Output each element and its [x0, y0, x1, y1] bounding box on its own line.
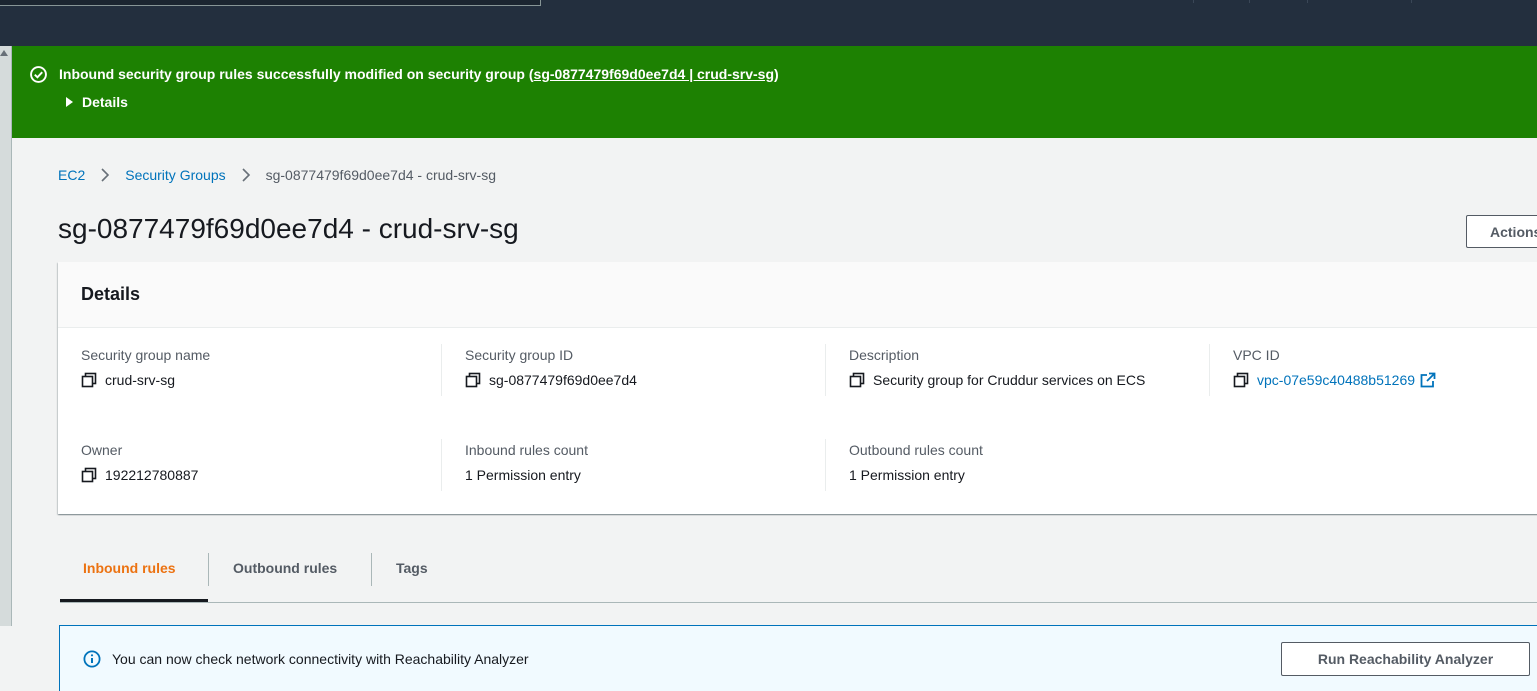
copy-icon[interactable] — [81, 467, 97, 483]
copy-icon[interactable] — [1233, 372, 1249, 388]
field-value: Security group for Cruddur services on E… — [873, 372, 1146, 388]
breadcrumb-ec2[interactable]: EC2 — [58, 167, 85, 183]
tab-tags[interactable]: Tags — [372, 548, 452, 602]
copy-icon[interactable] — [849, 372, 865, 388]
copy-icon[interactable] — [81, 372, 97, 388]
field-inbound-rules-count: Inbound rules count 1 Permission entry — [465, 442, 588, 483]
field-label: Owner — [81, 442, 123, 458]
nav-divider — [1193, 0, 1194, 3]
details-container: Details Security group name crud-srv-sg … — [58, 262, 1537, 514]
copy-icon[interactable] — [465, 372, 481, 388]
field-value: 192212780887 — [105, 467, 199, 483]
info-alert-text: You can now check network connectivity w… — [112, 651, 529, 667]
flash-message: Inbound security group rules successfull… — [59, 66, 779, 82]
details-header: Details — [58, 262, 1537, 328]
details-heading: Details — [81, 284, 141, 304]
chevron-right-icon — [234, 166, 258, 184]
nav-divider — [1307, 0, 1308, 3]
caret-right-icon — [66, 97, 73, 107]
field-value: 1 Permission entry — [849, 467, 965, 483]
tab-inbound-rules[interactable]: Inbound rules — [60, 548, 208, 602]
breadcrumb: EC2 Security Groups sg-0877479f69d0ee7d4… — [58, 166, 496, 184]
flash-details-toggle[interactable]: Details — [66, 94, 128, 110]
field-value: sg-0877479f69d0ee7d4 — [489, 372, 637, 388]
success-flash-banner: Inbound security group rules successfull… — [12, 46, 1537, 138]
page-title: sg-0877479f69d0ee7d4 - crud-srv-sg — [58, 213, 519, 244]
field-owner: Owner 192212780887 — [81, 442, 198, 483]
nav-divider — [1249, 0, 1250, 3]
external-link-icon[interactable] — [1420, 372, 1436, 388]
field-value: 1 Permission entry — [465, 467, 581, 483]
field-security-group-name: Security group name crud-srv-sg — [81, 347, 210, 388]
flash-security-group-link[interactable]: sg-0877479f69d0ee7d4 | crud-srv-sg — [534, 66, 775, 82]
flash-details-label: Details — [82, 94, 128, 110]
top-navigation-bar — [0, 0, 1537, 46]
column-divider — [825, 439, 826, 491]
field-label: Description — [849, 347, 920, 363]
vpc-id-link[interactable]: vpc-07e59c40488b51269 — [1257, 372, 1415, 388]
nav-divider — [1411, 0, 1412, 3]
actions-button[interactable]: Actions — [1466, 215, 1537, 248]
column-divider — [441, 439, 442, 491]
field-label: Inbound rules count — [465, 442, 588, 458]
chevron-right-icon — [93, 166, 117, 184]
field-label: Outbound rules count — [849, 442, 983, 458]
run-reachability-analyzer-button[interactable]: Run Reachability Analyzer — [1281, 642, 1530, 676]
breadcrumb-security-groups[interactable]: Security Groups — [125, 167, 225, 183]
collapse-arrow-icon[interactable] — [0, 50, 8, 56]
column-divider — [825, 344, 826, 396]
field-label: VPC ID — [1233, 347, 1280, 363]
field-description: Description Security group for Cruddur s… — [849, 347, 1145, 388]
breadcrumb-current: sg-0877479f69d0ee7d4 - crud-srv-sg — [265, 167, 496, 183]
field-value: crud-srv-sg — [105, 372, 176, 388]
field-vpc-id: VPC ID vpc-07e59c40488b51269 — [1233, 347, 1436, 388]
column-divider — [441, 344, 442, 396]
global-search-input[interactable] — [0, 0, 541, 6]
field-label: Security group ID — [465, 347, 574, 363]
tab-outbound-rules[interactable]: Outbound rules — [209, 548, 371, 602]
field-outbound-rules-count: Outbound rules count 1 Permission entry — [849, 442, 983, 483]
field-security-group-id: Security group ID sg-0877479f69d0ee7d4 — [465, 347, 637, 388]
field-label: Security group name — [81, 347, 211, 363]
rules-tabs: Inbound rules Outbound rules Tags — [60, 548, 1537, 603]
column-divider — [1209, 344, 1210, 396]
info-icon — [83, 650, 101, 668]
side-navigation-toggle-strip[interactable] — [0, 46, 12, 626]
success-check-icon — [30, 66, 47, 83]
